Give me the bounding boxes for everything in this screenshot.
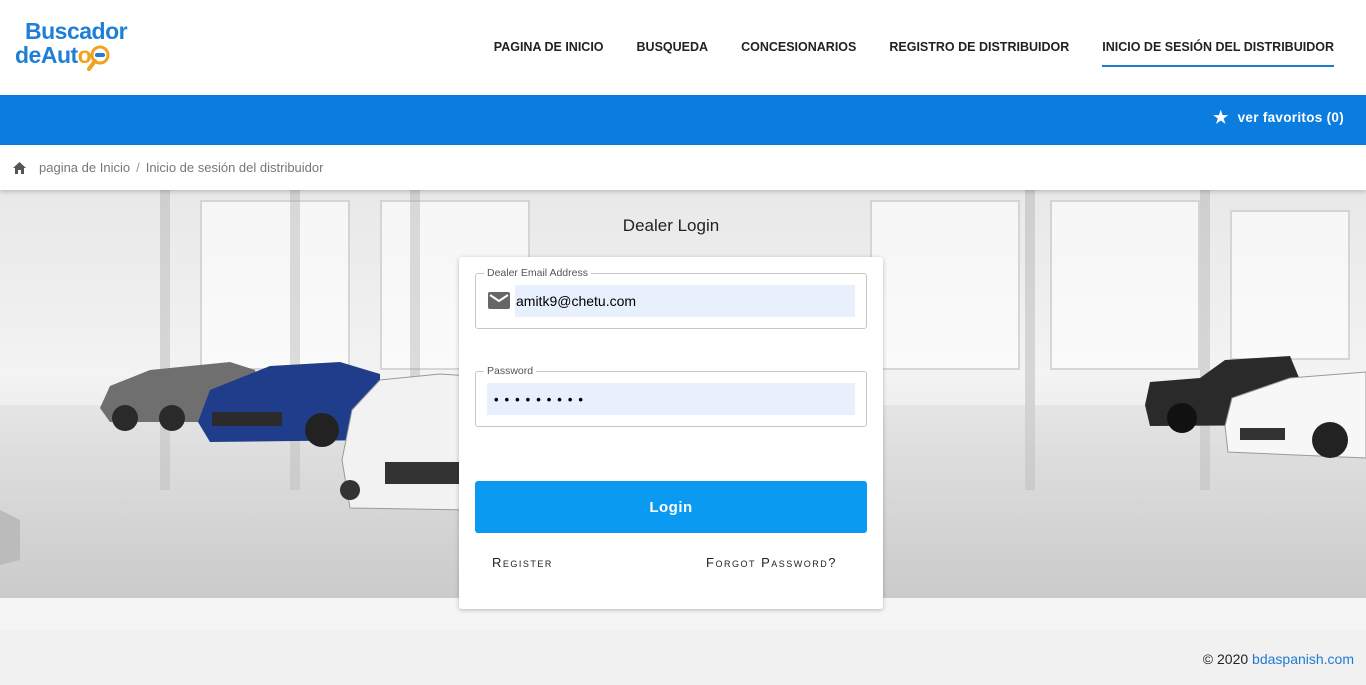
copyright: © 2020 bdaspanish.com bbox=[1203, 651, 1354, 667]
breadcrumb-current: Inicio de sesión del distribuidor bbox=[145, 160, 324, 175]
favorites-bar: ★ ver favoritos (0) bbox=[0, 95, 1366, 145]
favorites-label: ver favoritos (0) bbox=[1237, 110, 1344, 125]
star-icon: ★ bbox=[1213, 108, 1229, 127]
buscador-de-auto-logo[interactable]: Buscador deAuto bbox=[15, 18, 140, 76]
site-footer: © 2020 bdaspanish.com bbox=[0, 630, 1366, 685]
email-field: Dealer Email Address bbox=[475, 267, 867, 329]
logo-line-2: deAuto bbox=[15, 42, 92, 68]
login-links: Register Forgot Password? bbox=[492, 555, 837, 570]
email-label: Dealer Email Address bbox=[484, 267, 591, 279]
footer-site-link[interactable]: bdaspanish.com bbox=[1252, 651, 1354, 667]
main-nav: PAGINA DE INICIO BUSQUEDA CONCESIONARIOS… bbox=[461, 40, 1334, 67]
site-header: Buscador deAuto PAGINA DE INICIO BUSQUED… bbox=[0, 0, 1366, 95]
copyright-text: © 2020 bbox=[1202, 651, 1249, 667]
login-card: Dealer Email Address Password Login Regi… bbox=[459, 257, 883, 609]
nav-dealer-login[interactable]: INICIO DE SESIÓN DEL DISTRIBUIDOR bbox=[1102, 40, 1334, 67]
nav-dealerships[interactable]: CONCESIONARIOS bbox=[741, 40, 856, 67]
email-input[interactable] bbox=[515, 285, 855, 317]
login-title: Dealer Login bbox=[622, 216, 720, 235]
login-button[interactable]: Login bbox=[475, 481, 867, 533]
nav-search[interactable]: BUSQUEDA bbox=[637, 40, 709, 67]
mail-icon bbox=[488, 292, 510, 309]
magnifier-car-icon bbox=[87, 45, 110, 71]
nav-home[interactable]: PAGINA DE INICIO bbox=[494, 40, 604, 67]
forgot-password-link[interactable]: Forgot Password? bbox=[706, 555, 837, 570]
home-icon[interactable] bbox=[13, 161, 26, 174]
nav-dealer-register[interactable]: REGISTRO DE DISTRIBUIDOR bbox=[889, 40, 1069, 67]
breadcrumb: pagina de Inicio / Inicio de sesión del … bbox=[0, 145, 1366, 190]
password-field: Password bbox=[475, 365, 867, 427]
password-label: Password bbox=[484, 365, 537, 377]
logo-line-1: Buscador bbox=[25, 18, 128, 44]
favorites-link[interactable]: ★ ver favoritos (0) bbox=[1213, 109, 1344, 126]
breadcrumb-separator: / bbox=[136, 160, 140, 175]
password-input[interactable] bbox=[487, 383, 855, 415]
breadcrumb-home[interactable]: pagina de Inicio bbox=[39, 160, 130, 175]
register-link[interactable]: Register bbox=[492, 555, 553, 570]
